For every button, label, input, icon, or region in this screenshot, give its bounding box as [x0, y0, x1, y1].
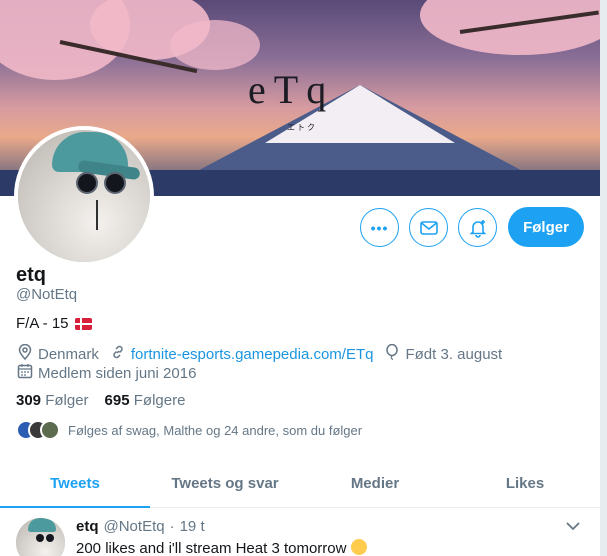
profile-meta: Denmark fortnite-esports.gamepedia.com/E…	[16, 343, 503, 364]
followers-link[interactable]: 695 Følgere	[105, 392, 186, 409]
calendar-icon	[16, 363, 34, 383]
followed-by-text: Følges af swag, Malthe og 24 andre, som …	[68, 422, 363, 438]
profile-location: Denmark	[38, 345, 99, 363]
blossom-cluster	[170, 20, 260, 70]
banner-title: eTq	[248, 67, 335, 112]
more-button[interactable]: •••	[360, 208, 399, 247]
avatar	[40, 420, 60, 440]
tweet-avatar[interactable]	[16, 518, 65, 556]
sunglasses-lens	[104, 172, 126, 194]
tweet-separator: ·	[169, 518, 175, 535]
tweet-text: 200 likes and i'll stream Heat 3 tomorro…	[76, 539, 367, 556]
notifications-button[interactable]	[458, 208, 497, 247]
follow-button[interactable]: Følger	[508, 207, 584, 247]
tab-tweets[interactable]: Tweets	[0, 460, 150, 508]
sunglasses-lens	[76, 172, 98, 194]
follow-counts: 309 Følger 695 Følgere	[16, 392, 185, 409]
following-count: 309	[16, 392, 42, 409]
message-button[interactable]	[409, 208, 448, 247]
tweet-header: etq @NotEtq · 19 t	[76, 518, 205, 535]
profile-website-link[interactable]: fortnite-esports.gamepedia.com/ETq	[131, 346, 374, 363]
tweet-text-content: 200 likes and i'll stream Heat 3 tomorro…	[76, 540, 347, 556]
tweet-author-name[interactable]: etq	[76, 518, 99, 535]
profile-birthday: Født 3. august	[405, 345, 503, 363]
profile-handle: @NotEtq	[16, 286, 78, 303]
lanyard	[96, 200, 98, 230]
profile-tabs: Tweets Tweets og svar Medier Likes	[0, 460, 600, 508]
profile-name: etq	[16, 264, 46, 286]
followed-by-row[interactable]: Følges af swag, Malthe og 24 andre, som …	[16, 420, 362, 440]
location-pin-icon	[16, 343, 34, 364]
profile-joined: Medlem siden juni 2016	[38, 364, 197, 382]
profile-joined-row: Medlem siden juni 2016	[16, 363, 196, 383]
bio-text: F/A - 15	[16, 315, 69, 332]
chevron-down-icon[interactable]	[566, 518, 580, 534]
tweet[interactable]: etq @NotEtq · 19 t 200 likes and i'll st…	[0, 508, 600, 556]
followers-count: 695	[104, 392, 130, 409]
bell-plus-icon	[469, 219, 486, 238]
more-icon: •••	[370, 219, 389, 236]
link-icon	[109, 344, 127, 364]
tab-tweets-and-replies[interactable]: Tweets og svar	[150, 460, 300, 507]
envelope-icon	[419, 220, 438, 235]
following-label: Følger	[45, 392, 89, 409]
following-link[interactable]: 309 Følger	[16, 392, 89, 409]
tweet-author-handle[interactable]: @NotEtq	[104, 518, 165, 535]
denmark-flag-icon	[74, 317, 92, 330]
tab-likes[interactable]: Likes	[450, 460, 600, 507]
profile-bio: F/A - 15	[16, 315, 92, 332]
page-edge	[600, 0, 607, 556]
tab-media[interactable]: Medier	[300, 460, 450, 507]
flushed-emoji-icon	[350, 539, 367, 555]
tweet-time[interactable]: 19 t	[180, 518, 205, 535]
blossom-cluster	[420, 0, 600, 55]
followers-label: Følgere	[133, 392, 186, 409]
banner-subtitle: エトク	[287, 123, 317, 132]
profile-avatar[interactable]	[14, 126, 154, 266]
balloon-icon	[383, 343, 401, 364]
